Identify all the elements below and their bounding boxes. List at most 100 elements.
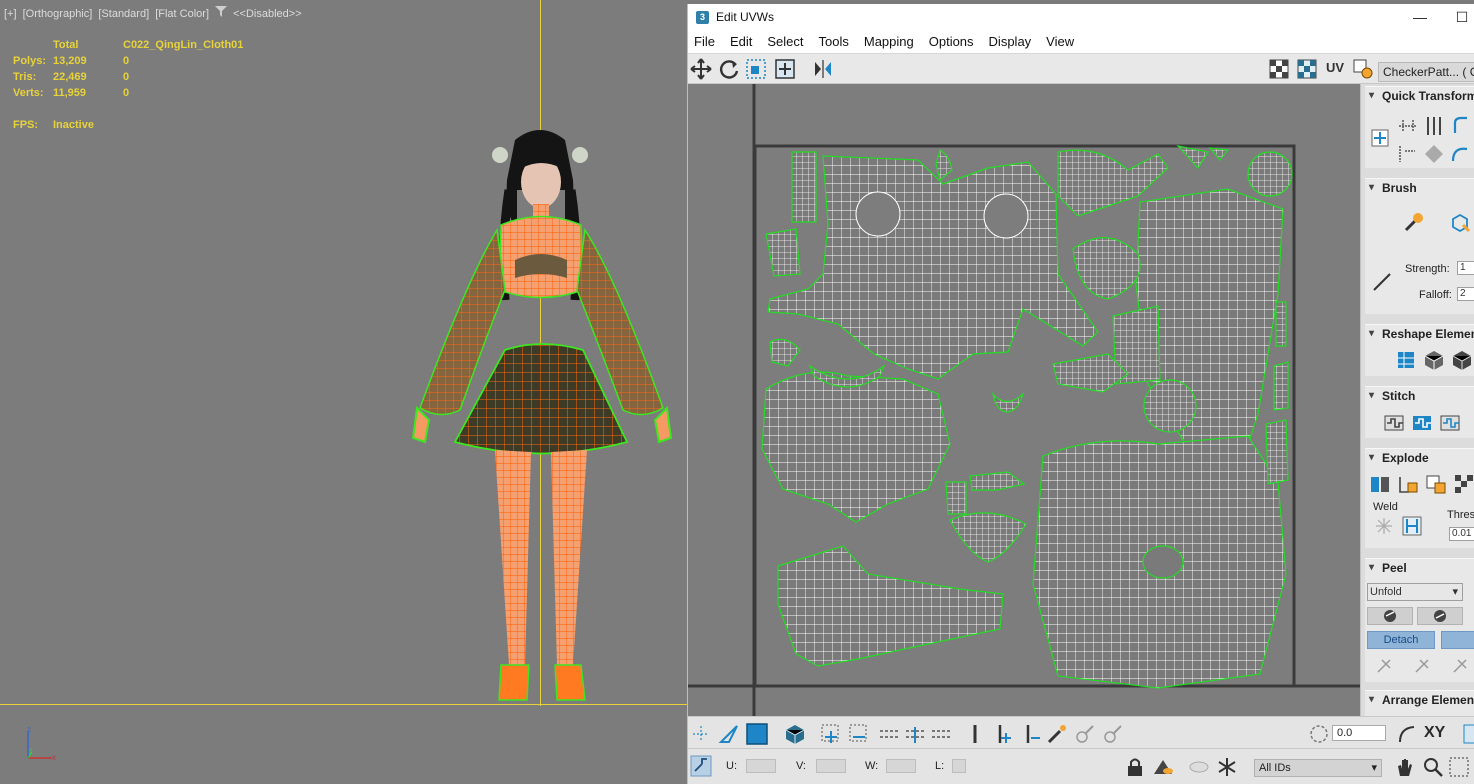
rotate-icon[interactable] (718, 58, 740, 80)
rotate-ccw-icon[interactable] (1449, 143, 1471, 165)
zoom-icon[interactable] (1422, 756, 1444, 778)
select-by-element-icon[interactable] (718, 723, 740, 745)
threshold-input[interactable]: 0.01 (1449, 527, 1474, 541)
u-input[interactable] (746, 759, 776, 773)
rollout-header-peel[interactable]: Peel (1365, 559, 1474, 577)
stitch-to-source-icon[interactable] (1411, 411, 1433, 433)
rollout-header-explode[interactable]: Explode (1365, 449, 1474, 467)
peel-mode-button[interactable] (1417, 607, 1463, 625)
uv-mode-label[interactable]: UV (1326, 60, 1344, 75)
ring-select-icon[interactable] (964, 723, 986, 745)
viewport-filter-label[interactable]: <<Disabled>> (233, 8, 302, 20)
rollout-header-reshape[interactable]: Reshape Elements (1365, 325, 1474, 343)
menu-file[interactable]: File (694, 34, 715, 49)
l-checkbox[interactable] (952, 759, 966, 773)
perspective-viewport[interactable]: [+] [Orthographic] [Standard] [Flat Colo… (0, 0, 687, 784)
align-vertical-icon[interactable] (1423, 115, 1445, 137)
menu-display[interactable]: Display (989, 34, 1032, 49)
menu-mapping[interactable]: Mapping (864, 34, 914, 49)
rollout-header-brush[interactable]: Brush (1365, 179, 1474, 197)
hide-icon[interactable] (1188, 756, 1210, 778)
detach-button[interactable]: Detach (1367, 631, 1435, 649)
paint-select-icon[interactable] (1046, 723, 1068, 745)
pin-remove-icon[interactable] (1449, 655, 1471, 677)
menu-select[interactable]: Select (767, 34, 803, 49)
material-ids-dropdown[interactable]: All IDs ▾ (1254, 759, 1382, 777)
paint-select-shrink-icon[interactable] (1102, 723, 1124, 745)
weld-selected-icon[interactable] (1373, 515, 1395, 537)
freeze-icon[interactable] (1216, 756, 1238, 778)
lock-selection-icon[interactable] (1124, 756, 1146, 778)
viewport-label[interactable]: [+] [Orthographic] [Standard] [Flat Colo… (4, 6, 305, 20)
menu-tools[interactable]: Tools (819, 34, 849, 49)
relax-by-polygon-icon[interactable] (1451, 349, 1473, 371)
checker-pattern-dropdown[interactable]: CheckerPatt... ( Che (1378, 62, 1474, 82)
viewport-view-label[interactable]: [Orthographic] (23, 8, 93, 20)
peel-unfold-button[interactable] (1367, 607, 1413, 625)
relax-cube-icon[interactable] (1423, 349, 1445, 371)
filter-icon[interactable] (215, 6, 230, 20)
edit-uvws-window[interactable]: 3 Edit UVWs — ☐ File Edit Select Tools M… (687, 4, 1474, 784)
flatten-by-material-icon[interactable] (1425, 473, 1447, 495)
straighten-icon[interactable] (1395, 349, 1417, 371)
element-mode-icon[interactable] (784, 723, 806, 745)
brush-line-icon[interactable] (1371, 271, 1393, 293)
loop-grow-icon[interactable] (904, 723, 926, 745)
grow-selection-icon[interactable] (820, 723, 842, 745)
rollout-header-stitch[interactable]: Stitch (1365, 387, 1474, 405)
pin-add-icon[interactable] (1411, 655, 1433, 677)
loop-select-icon[interactable] (878, 723, 900, 745)
transform-type-in-icon[interactable] (690, 755, 712, 777)
viewport-shading-mode[interactable]: [Flat Color] (155, 8, 209, 20)
pan-hand-icon[interactable] (1394, 756, 1416, 778)
relax-brush-icon[interactable] (1449, 211, 1471, 233)
viewport-menu-plus[interactable]: [+] (4, 8, 17, 20)
w-input[interactable] (886, 759, 916, 773)
menu-edit[interactable]: Edit (730, 34, 752, 49)
window-titlebar[interactable]: 3 Edit UVWs (688, 4, 1474, 30)
weld-target-icon[interactable] (1401, 515, 1423, 537)
pin-reset-icon[interactable] (1373, 655, 1395, 677)
checker-map-icon[interactable] (1296, 58, 1318, 80)
rotation-snap-icon[interactable] (1308, 723, 1330, 745)
unfold-dropdown[interactable]: Unfold ▾ (1367, 583, 1463, 601)
rollout-header-arrange[interactable]: Arrange Elements (1365, 691, 1474, 709)
viewport-shading-standard[interactable]: [Standard] (98, 8, 149, 20)
soft-select-icon[interactable] (690, 723, 712, 745)
scale-icon[interactable] (745, 58, 767, 80)
paint-select-grow-icon[interactable] (1074, 723, 1096, 745)
stitch-average-icon[interactable] (1439, 411, 1461, 433)
pivot-icon[interactable] (1369, 127, 1391, 149)
mirror-icon[interactable] (812, 58, 834, 80)
pins-button[interactable] (1441, 631, 1474, 649)
falloff-input[interactable]: 2 (1457, 287, 1474, 301)
view-frame-icon[interactable] (1462, 723, 1474, 745)
freeform-icon[interactable] (774, 58, 796, 80)
rotate-cw-icon[interactable] (1449, 115, 1471, 137)
strength-input[interactable]: 1 (1457, 261, 1474, 275)
rollout-header-quick-transform[interactable]: Quick Transform (1365, 87, 1474, 105)
break-icon[interactable] (1369, 473, 1391, 495)
v-input[interactable] (816, 759, 846, 773)
flatten-by-smoothing-icon[interactable] (1397, 473, 1419, 495)
shrink-selection-icon[interactable] (848, 723, 870, 745)
maximize-icon[interactable]: ☐ (1452, 8, 1472, 28)
space-evenly-icon[interactable] (1423, 143, 1445, 165)
move-icon[interactable] (690, 58, 712, 80)
paint-brush-icon[interactable] (1403, 211, 1425, 233)
minimize-icon[interactable]: — (1410, 8, 1430, 28)
checker-toggle-icon[interactable] (1268, 58, 1290, 80)
uv-editor-canvas[interactable] (688, 84, 1360, 716)
ring-grow-icon[interactable] (992, 723, 1014, 745)
ring-shrink-icon[interactable] (1020, 723, 1042, 745)
xy-axis-toggle[interactable]: XY (1424, 724, 1445, 742)
menu-options[interactable]: Options (929, 34, 974, 49)
zoom-region-icon[interactable] (1448, 756, 1470, 778)
stitch-custom-icon[interactable] (1383, 411, 1405, 433)
flatten-checker-icon[interactable] (1453, 473, 1474, 495)
align-to-edge-icon[interactable] (1397, 143, 1419, 165)
show-hidden-icon[interactable] (1152, 756, 1174, 778)
face-mode-icon[interactable] (746, 723, 768, 745)
menu-view[interactable]: View (1046, 34, 1074, 49)
character-model[interactable] (405, 120, 680, 710)
